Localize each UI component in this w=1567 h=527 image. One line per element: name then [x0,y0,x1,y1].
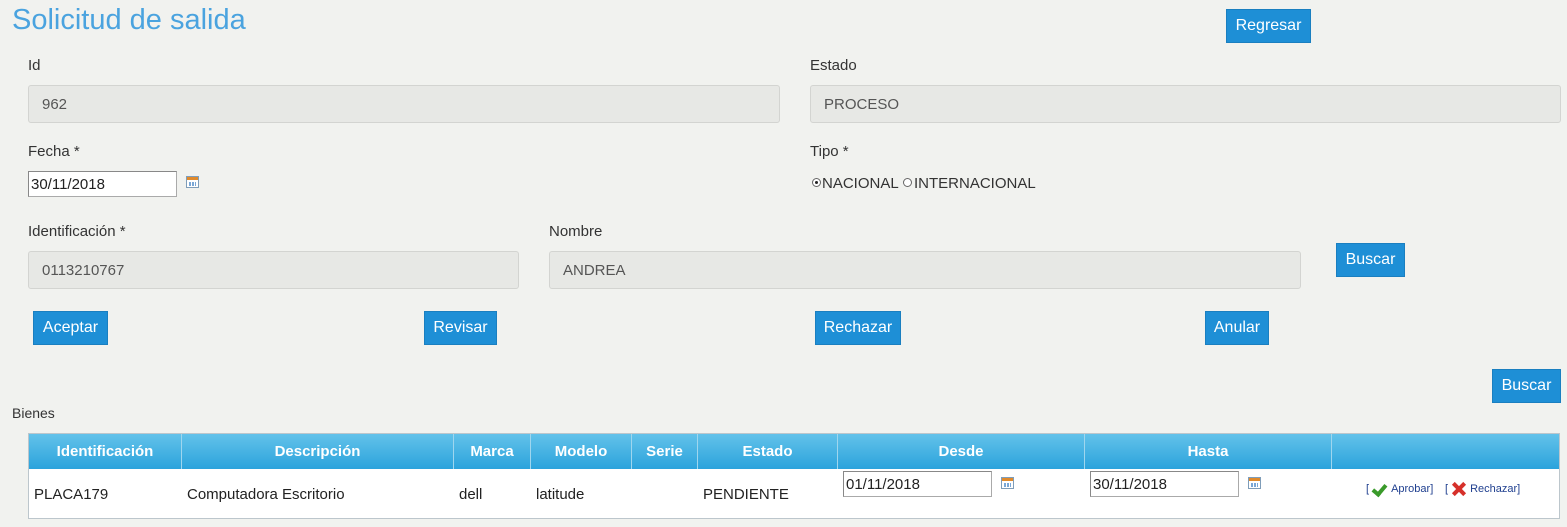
buscar-bienes-button[interactable]: Buscar [1492,369,1561,403]
check-icon [1372,482,1388,496]
tipo-label: Tipo * [810,143,849,160]
id-field: 962 [28,85,780,123]
col-modelo[interactable]: Modelo [531,434,632,469]
rechazar-button[interactable]: Rechazar [815,311,901,345]
open-bracket: [ [1366,483,1370,495]
col-marca[interactable]: Marca [454,434,531,469]
regresar-button[interactable]: Regresar [1226,9,1311,43]
close-bracket: ] [1430,483,1434,495]
aprobar-link[interactable]: [ Aprobar ] [1366,482,1433,496]
col-serie[interactable]: Serie [632,434,698,469]
cell-marca: dell [459,485,483,503]
aprobar-label: Aprobar [1391,483,1431,495]
col-acciones [1332,434,1559,469]
col-hasta[interactable]: Hasta [1085,434,1332,469]
identificacion-label: Identificación * [28,223,126,240]
estado-field: PROCESO [810,85,1561,123]
nombre-field: ANDREA [549,251,1301,289]
hasta-input[interactable]: 30/11/2018 [1090,471,1239,497]
col-identificacion[interactable]: Identificación [29,434,182,469]
bienes-label: Bienes [12,405,55,421]
radio-internacional-label: INTERNACIONAL [914,175,1036,192]
fecha-input[interactable]: 30/11/2018 [28,171,177,197]
identificacion-field: 0113210767 [28,251,519,289]
nombre-label: Nombre [549,223,603,240]
fecha-label: Fecha * [28,143,80,160]
desde-input[interactable]: 01/11/2018 [843,471,992,497]
cell-descripcion: Computadora Escritorio [187,485,345,503]
radio-nacional[interactable] [812,178,821,187]
open-bracket: [ [1445,483,1449,495]
estado-label: Estado [810,57,857,74]
col-descripcion[interactable]: Descripción [182,434,454,469]
table-header: Identificación Descripción Marca Modelo … [29,434,1559,469]
cell-modelo: latitude [536,485,585,503]
col-desde[interactable]: Desde [838,434,1085,469]
buscar-persona-button[interactable]: Buscar [1336,243,1405,277]
cell-estado: PENDIENTE [703,485,789,503]
calendar-icon[interactable] [1001,477,1014,489]
calendar-icon[interactable] [186,176,199,188]
close-bracket: ] [1517,483,1521,495]
radio-internacional[interactable] [903,178,912,187]
rechazar-link[interactable]: [ Rechazar ] [1445,482,1520,496]
anular-button[interactable]: Anular [1205,311,1269,345]
id-label: Id [28,57,41,74]
bienes-table: Identificación Descripción Marca Modelo … [28,433,1560,519]
rechazar-label: Rechazar [1470,483,1518,495]
calendar-icon[interactable] [1248,477,1261,489]
radio-nacional-label: NACIONAL [822,175,899,192]
close-icon [1451,482,1467,496]
col-estado[interactable]: Estado [698,434,838,469]
revisar-button[interactable]: Revisar [424,311,497,345]
cell-identificacion: PLACA179 [34,485,109,503]
aceptar-button[interactable]: Aceptar [33,311,108,345]
page-title: Solicitud de salida [12,4,246,36]
